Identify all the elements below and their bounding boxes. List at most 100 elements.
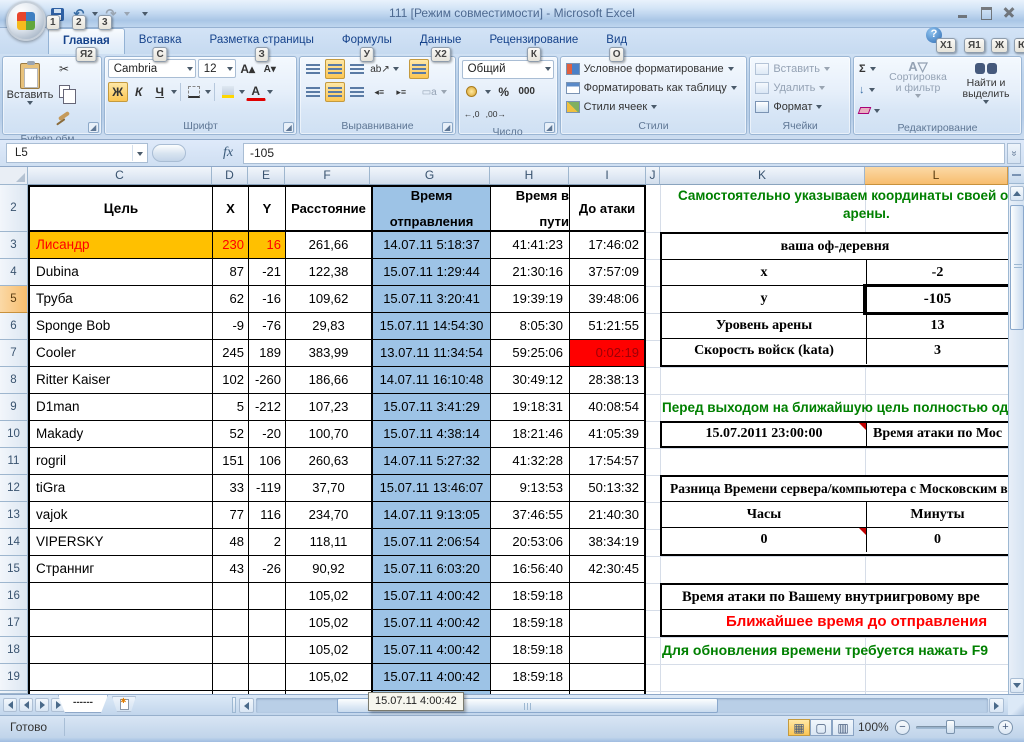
- decrease-indent-button[interactable]: ◂≡: [369, 82, 389, 102]
- minimize-button[interactable]: [956, 6, 970, 19]
- cell-dep[interactable]: 14.07.11 5:18:37: [371, 232, 491, 258]
- header-to-attack[interactable]: До атаки: [570, 187, 644, 230]
- nearest-label-cell[interactable]: Ближайшее время до отправления: [662, 610, 1008, 634]
- font-family-combo[interactable]: Cambria: [107, 59, 196, 78]
- scroll-down-button[interactable]: [1010, 678, 1024, 693]
- cell-dist[interactable]: 261,66: [286, 232, 371, 258]
- cell-name[interactable]: D1man: [30, 394, 213, 420]
- row-header-4[interactable]: 4: [0, 259, 28, 286]
- row-header-14[interactable]: 14: [0, 529, 28, 556]
- font-dialog-launcher[interactable]: ◢: [283, 122, 295, 133]
- insert-worksheet-button[interactable]: ✱: [112, 696, 136, 712]
- cell-y[interactable]: 2: [249, 529, 286, 555]
- row-header-18[interactable]: 18: [0, 637, 28, 664]
- cell-x[interactable]: 5: [213, 394, 249, 420]
- sort-filter-button[interactable]: А▽ Сортировка и фильтр: [886, 59, 950, 120]
- column-header-J[interactable]: J: [646, 167, 660, 185]
- redo-dropdown-icon[interactable]: [124, 12, 130, 16]
- page-break-view-button[interactable]: ▥: [832, 719, 854, 736]
- page-layout-view-button[interactable]: ▢: [810, 719, 832, 736]
- scroll-up-button[interactable]: [1010, 186, 1024, 201]
- tab-review[interactable]: Рецензирование К: [475, 28, 592, 62]
- close-button[interactable]: [1002, 6, 1016, 19]
- cell-dist[interactable]: 105,02: [286, 637, 371, 663]
- paste-button[interactable]: Вставить: [6, 59, 54, 131]
- autosum-button[interactable]: Σ: [857, 59, 882, 78]
- row-header-13[interactable]: 13: [0, 502, 28, 529]
- zoom-out-button[interactable]: −: [895, 720, 910, 735]
- orientation-dropdown-icon[interactable]: [392, 67, 399, 71]
- cell-name[interactable]: [30, 610, 213, 636]
- cell-x[interactable]: [213, 664, 249, 690]
- cell-y[interactable]: 189: [249, 340, 286, 366]
- cell-trav[interactable]: 41:41:23: [491, 232, 570, 258]
- row-header-19[interactable]: 19: [0, 664, 28, 691]
- find-select-button[interactable]: Найти и выделить: [954, 59, 1018, 120]
- column-header-D[interactable]: D: [212, 167, 248, 185]
- align-right-button[interactable]: [347, 82, 367, 102]
- minutes-value-cell[interactable]: 0: [867, 528, 1008, 552]
- cell-dist[interactable]: 105,02: [286, 664, 371, 690]
- row-header-15[interactable]: 15: [0, 556, 28, 583]
- cell-atk[interactable]: [570, 610, 644, 636]
- minutes-label-cell[interactable]: Минуты: [867, 502, 1008, 527]
- cell-trav[interactable]: 18:59:18: [491, 664, 570, 690]
- row-header-12[interactable]: 12: [0, 475, 28, 502]
- row-header-11[interactable]: 11: [0, 448, 28, 475]
- cell-dep[interactable]: 14.07.11 16:10:48: [371, 367, 491, 393]
- cell-name[interactable]: [30, 691, 213, 694]
- increase-indent-button[interactable]: ▸≡: [391, 82, 411, 102]
- cell-dep[interactable]: 14.07.11 9:13:05: [371, 502, 491, 528]
- cell-dep[interactable]: 15.07.11 3:41:29: [371, 394, 491, 420]
- cell-atk[interactable]: 38:34:19: [570, 529, 644, 555]
- select-all-corner[interactable]: [0, 167, 28, 185]
- cell-y[interactable]: 106: [249, 448, 286, 474]
- cut-button[interactable]: ✂: [54, 59, 74, 79]
- scroll-left-button[interactable]: [239, 698, 254, 713]
- y-label-cell[interactable]: y: [662, 286, 867, 312]
- zoom-slider-track[interactable]: [916, 726, 994, 729]
- resize-grip[interactable]: [1008, 696, 1024, 715]
- cell-trav[interactable]: 18:21:46: [491, 421, 570, 447]
- cell-dist[interactable]: 109,62: [286, 286, 371, 312]
- bold-button[interactable]: Ж: [107, 82, 128, 102]
- column-header-G[interactable]: G: [370, 167, 490, 185]
- font-color-dropdown-icon[interactable]: [266, 90, 273, 94]
- moscow-label-cell[interactable]: Время атаки по Мос: [867, 423, 1008, 446]
- vertical-scroll-thumb[interactable]: [1010, 205, 1024, 330]
- cell-name[interactable]: Cooler: [30, 340, 213, 366]
- align-middle-button[interactable]: [325, 59, 346, 79]
- align-top-button[interactable]: [303, 59, 323, 79]
- fill-button[interactable]: ↓: [857, 80, 882, 99]
- borders-dropdown-icon[interactable]: [204, 90, 211, 94]
- fill-color-button[interactable]: [218, 82, 238, 102]
- cell-dist[interactable]: 383,99: [286, 340, 371, 366]
- header-y[interactable]: Y: [249, 187, 286, 230]
- cell-name[interactable]: [30, 637, 213, 663]
- cell-dist[interactable]: 122,38: [286, 259, 371, 285]
- cell-dist[interactable]: 186,66: [286, 367, 371, 393]
- wrap-text-button[interactable]: [408, 59, 429, 79]
- underline-dropdown-icon[interactable]: [170, 90, 177, 94]
- insert-cells-button[interactable]: Вставить: [753, 59, 847, 78]
- cell-x[interactable]: [213, 691, 249, 694]
- moscow-time-cell[interactable]: 15.07.2011 23:00:00: [662, 423, 867, 446]
- number-format-combo[interactable]: Общий: [461, 59, 554, 79]
- cell-atk[interactable]: 37:57:09: [570, 259, 644, 285]
- undo-dropdown-icon[interactable]: [92, 12, 98, 16]
- format-painter-button[interactable]: [54, 103, 74, 123]
- normal-view-button[interactable]: ▦: [788, 719, 810, 736]
- percent-button[interactable]: %: [494, 82, 514, 102]
- cell-trav[interactable]: 18:59:18: [491, 583, 570, 609]
- align-left-button[interactable]: [303, 82, 323, 102]
- currency-button[interactable]: [462, 82, 482, 102]
- sheet-tab-active[interactable]: ------: [58, 695, 108, 713]
- fill-color-dropdown-icon[interactable]: [238, 90, 245, 94]
- cell-x[interactable]: [213, 637, 249, 663]
- cell-trav[interactable]: 8:05:30: [491, 313, 570, 339]
- customize-qat-icon[interactable]: [142, 12, 148, 16]
- cell-x[interactable]: 245: [213, 340, 249, 366]
- currency-dropdown-icon[interactable]: [484, 89, 491, 94]
- cell-atk[interactable]: [570, 664, 644, 690]
- row-header-16[interactable]: 16: [0, 583, 28, 610]
